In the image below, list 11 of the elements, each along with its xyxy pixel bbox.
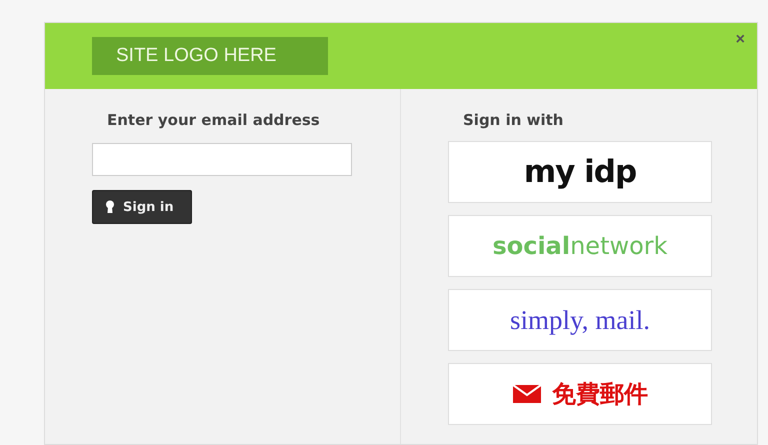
sign-in-button[interactable]: Sign in xyxy=(92,190,192,224)
email-label: Enter your email address xyxy=(107,111,320,129)
provider-button[interactable]: my idp xyxy=(448,141,712,203)
provider-button[interactable]: 免費郵件 xyxy=(448,363,712,425)
provider-button[interactable]: simply, mail. xyxy=(448,289,712,351)
envelope-icon xyxy=(512,384,542,404)
site-logo: SITE LOGO HERE xyxy=(92,37,328,75)
email-field[interactable] xyxy=(92,143,352,176)
providers-heading: Sign in with xyxy=(463,111,564,129)
keyhole-icon xyxy=(105,200,115,214)
close-button[interactable]: × xyxy=(734,31,747,49)
